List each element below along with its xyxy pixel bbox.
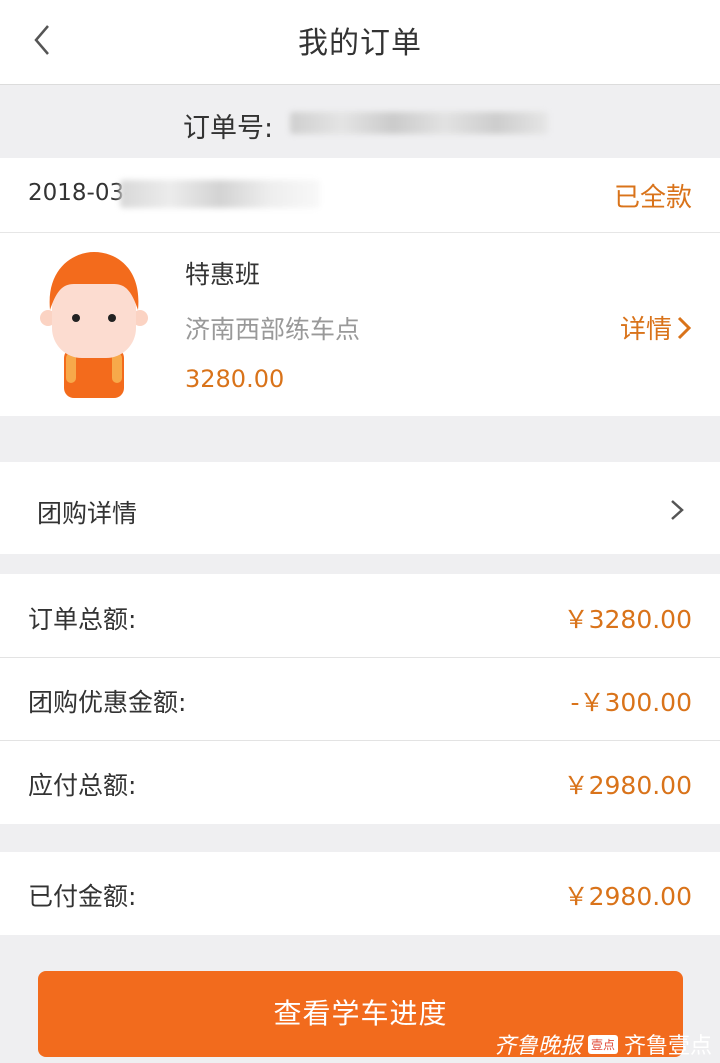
amount-due-value: ￥2980.00 bbox=[563, 771, 692, 800]
paid-amount-value: ￥2980.00 bbox=[563, 882, 692, 911]
divider bbox=[0, 232, 720, 233]
watermark-text-2: 齐鲁壹点 bbox=[623, 1034, 712, 1059]
order-number-redacted bbox=[290, 112, 548, 134]
order-date-redacted bbox=[120, 180, 320, 208]
training-location: 济南西部练车点 bbox=[185, 315, 361, 344]
group-discount-label: 团购优惠金额: bbox=[28, 688, 187, 717]
chevron-right-icon bbox=[671, 500, 684, 520]
course-price: 3280.00 bbox=[185, 365, 285, 393]
order-total-label: 订单总额: bbox=[28, 605, 137, 634]
course-name: 特惠班 bbox=[185, 260, 261, 289]
payment-status: 已全款 bbox=[613, 183, 692, 213]
watermark-badge: 壹点 bbox=[587, 1034, 618, 1054]
watermark: 齐鲁晚报 壹点 齐鲁壹点 bbox=[494, 1028, 712, 1060]
watermark-text-1: 齐鲁晚报 bbox=[493, 1034, 582, 1059]
detail-label: 详情 bbox=[619, 315, 672, 345]
group-discount-value: -￥300.00 bbox=[570, 688, 693, 717]
detail-link[interactable]: 详情 bbox=[620, 309, 692, 346]
paid-amount-label: 已付金额: bbox=[28, 882, 137, 911]
group-buy-label: 团购详情 bbox=[37, 499, 138, 528]
chevron-right-icon bbox=[677, 316, 692, 339]
order-total-value: ￥3280.00 bbox=[563, 605, 692, 634]
page-title: 我的订单 bbox=[298, 26, 422, 61]
amount-due-label: 应付总额: bbox=[28, 771, 137, 800]
order-number-label: 订单号: bbox=[183, 113, 274, 144]
avatar bbox=[40, 252, 148, 398]
order-date: 2018-03- bbox=[28, 180, 133, 206]
divider bbox=[0, 657, 720, 658]
divider bbox=[0, 740, 720, 741]
